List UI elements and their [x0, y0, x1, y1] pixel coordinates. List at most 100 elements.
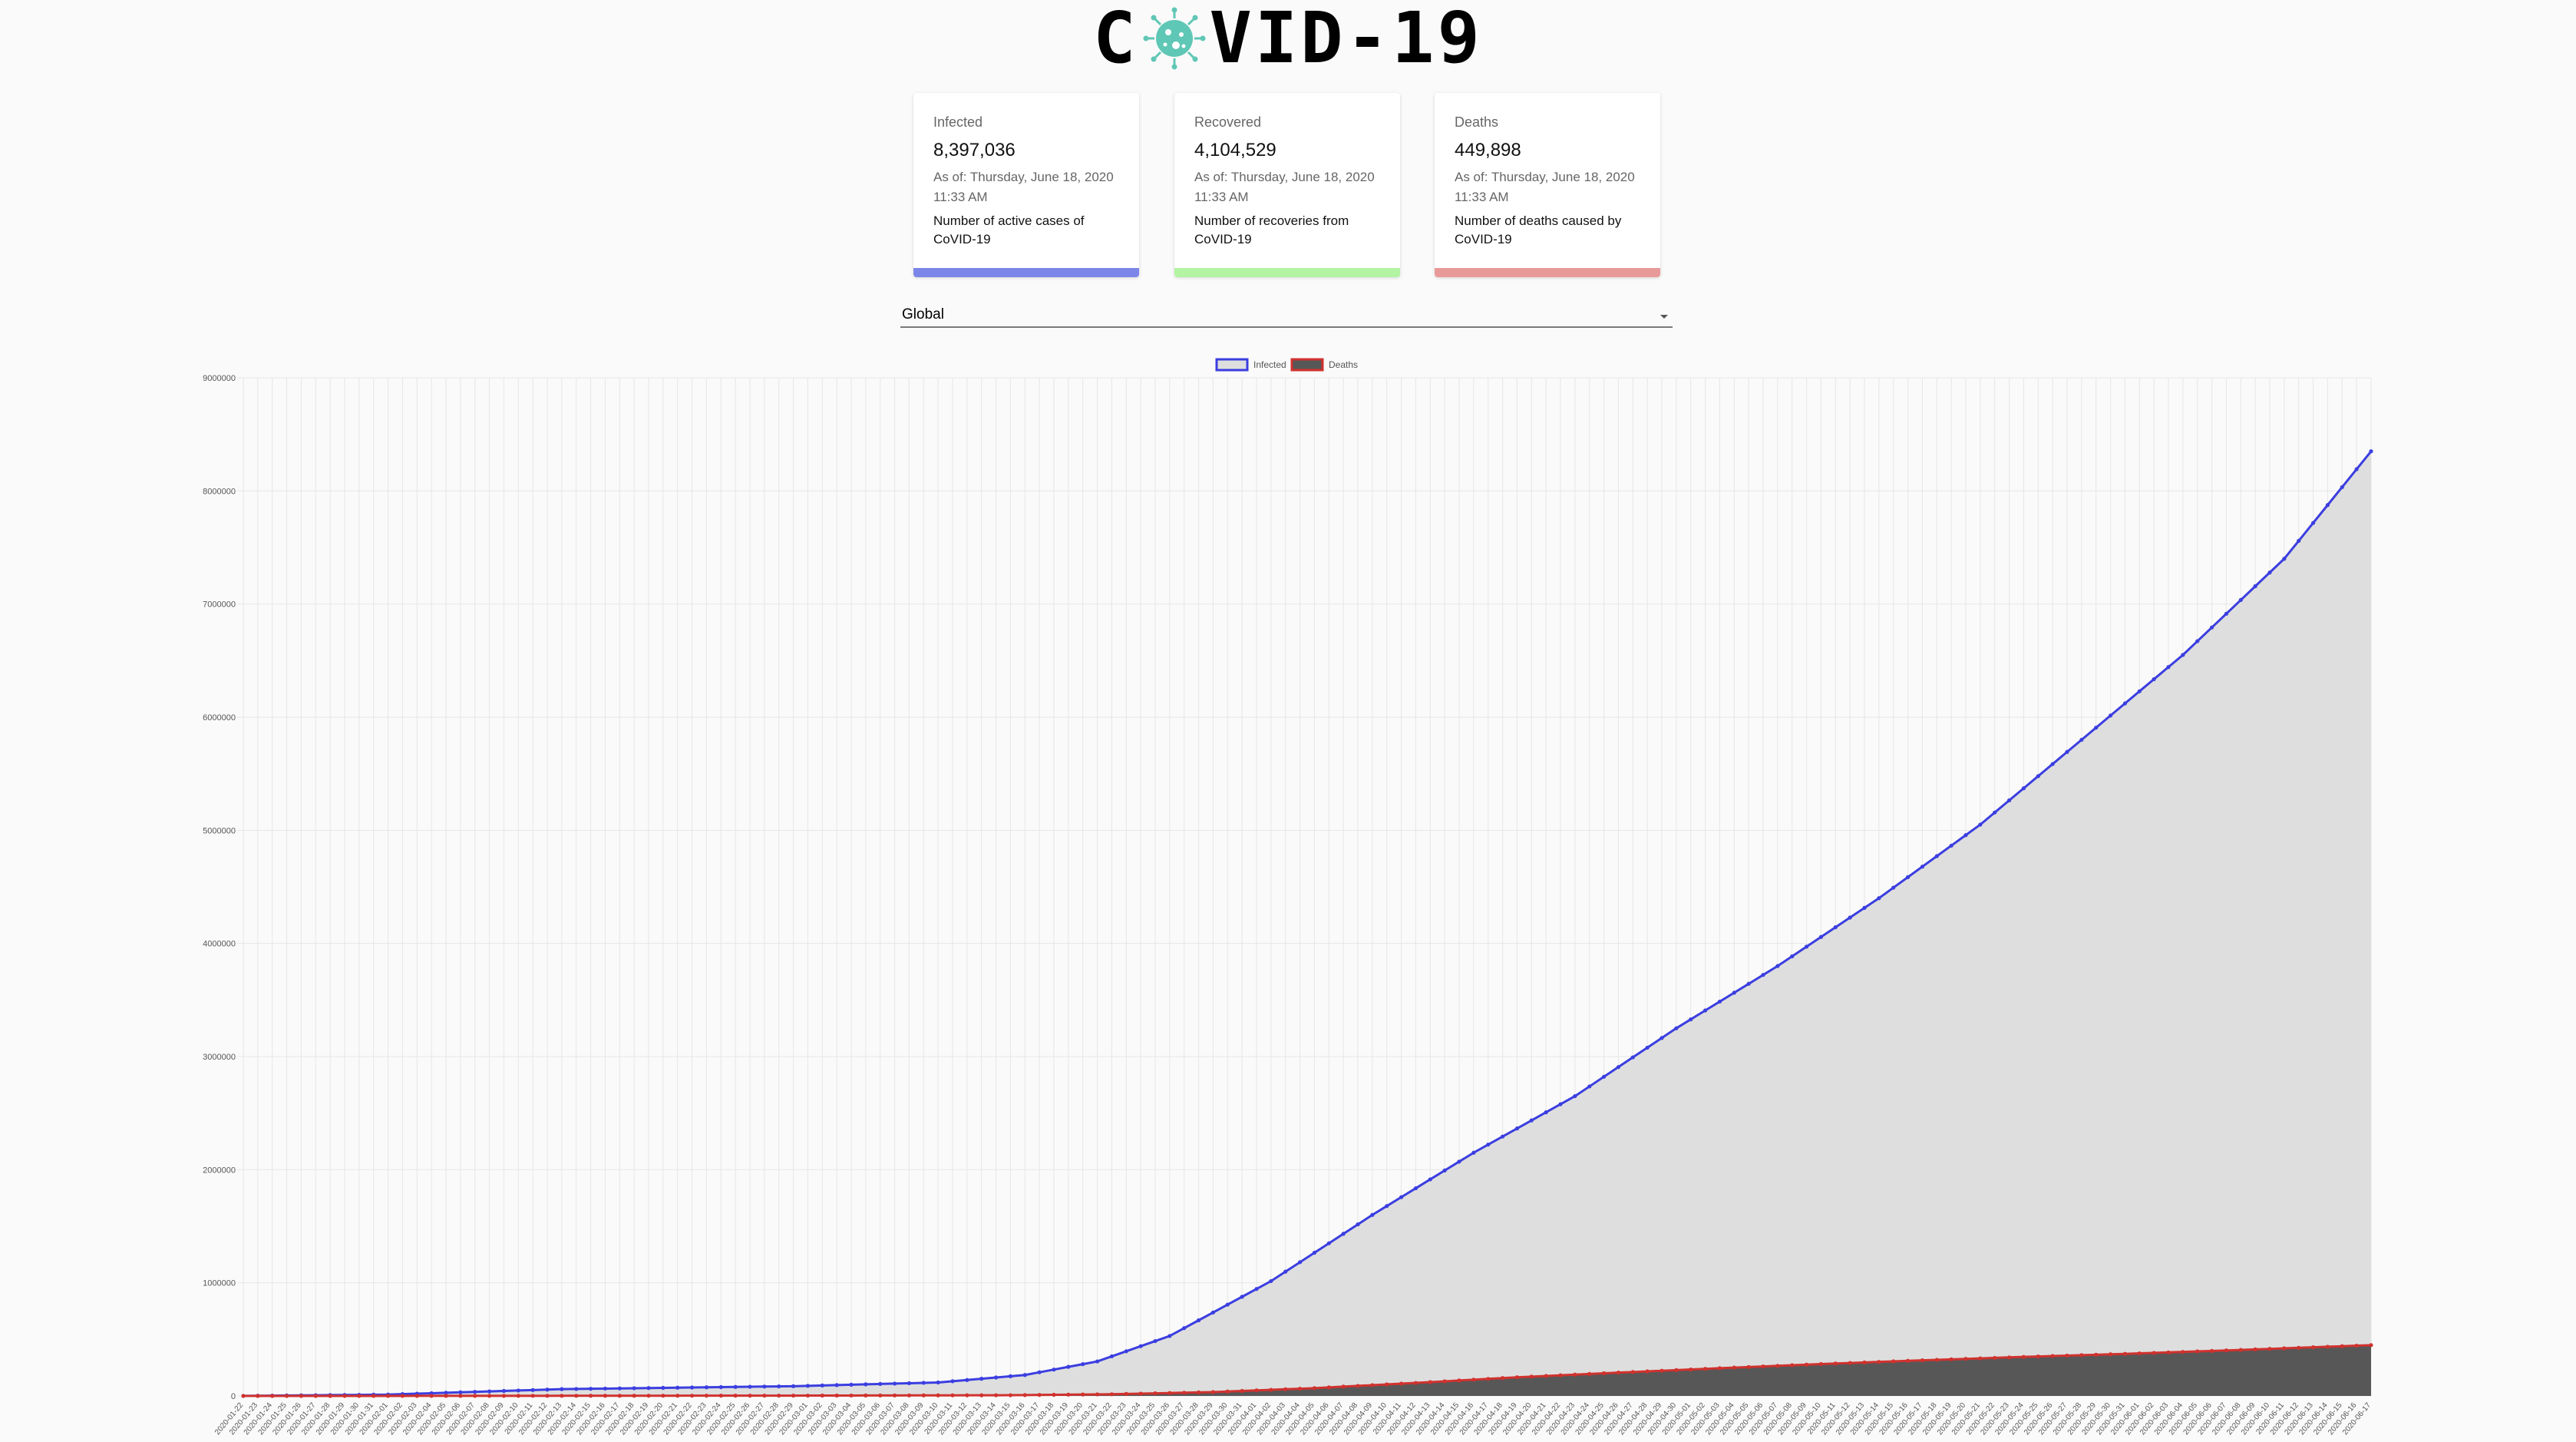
data-point — [646, 1394, 651, 1398]
data-point — [1702, 1367, 1708, 1371]
data-point — [878, 1381, 883, 1387]
data-point — [2354, 467, 2359, 471]
data-point — [1601, 1074, 1607, 1079]
data-point — [1312, 1386, 1317, 1391]
data-point — [907, 1393, 912, 1397]
data-point — [2137, 1351, 2142, 1356]
data-point — [2297, 538, 2301, 544]
data-point — [1674, 1026, 1679, 1030]
data-point — [2195, 639, 2200, 643]
data-point — [2325, 1344, 2330, 1349]
y-tick-label: 3000000 — [203, 1053, 236, 1062]
data-point — [1934, 1358, 1939, 1362]
data-point — [2036, 1354, 2040, 1359]
data-point — [1240, 1388, 1244, 1394]
data-point — [560, 1387, 564, 1391]
data-point — [791, 1384, 796, 1388]
data-point — [864, 1382, 868, 1387]
data-point — [1877, 1360, 1881, 1364]
data-point — [2369, 449, 2373, 454]
data-point — [241, 1394, 246, 1398]
card-date: As of: Thursday, June 18, 2020 11:33 AM — [1194, 170, 1375, 204]
data-point — [834, 1393, 839, 1398]
data-point — [530, 1387, 535, 1392]
data-point — [1486, 1143, 1491, 1147]
card-description: Number of deaths caused by CoVID-19 — [1455, 213, 1622, 246]
data-point — [1066, 1392, 1071, 1397]
data-point — [444, 1394, 448, 1398]
data-point — [1862, 905, 1867, 910]
data-point — [1225, 1389, 1230, 1394]
data-point — [979, 1377, 984, 1381]
data-point — [429, 1394, 434, 1398]
data-point — [1790, 1363, 1795, 1368]
data-point — [1486, 1377, 1491, 1381]
data-point — [2036, 774, 2040, 779]
data-point — [1804, 1362, 1809, 1367]
data-point — [1326, 1241, 1331, 1245]
data-point — [574, 1394, 579, 1398]
data-point — [487, 1394, 492, 1398]
data-point — [1283, 1269, 1288, 1274]
data-point — [284, 1394, 289, 1398]
data-point — [1413, 1381, 1418, 1385]
data-point — [718, 1384, 723, 1390]
data-point — [299, 1394, 304, 1398]
data-point — [661, 1385, 665, 1391]
card-value: 449,898 — [1455, 140, 1521, 160]
data-point — [2006, 1355, 2012, 1360]
data-point — [1095, 1359, 1100, 1364]
data-point — [1558, 1102, 1563, 1106]
data-point — [1934, 854, 1939, 858]
legend-swatch — [1215, 358, 1249, 372]
data-point — [661, 1394, 665, 1398]
region-select[interactable]: Global — [900, 303, 1673, 328]
data-point — [1717, 1366, 1722, 1371]
logo-text-c: C — [1093, 0, 1139, 79]
data-point — [530, 1394, 535, 1398]
data-point — [1993, 1355, 1997, 1361]
data-point — [1949, 1357, 1953, 1361]
data-point — [2065, 749, 2069, 754]
data-point — [458, 1390, 463, 1394]
data-point — [1761, 973, 1765, 977]
data-point — [1225, 1302, 1230, 1307]
data-point — [704, 1385, 709, 1390]
data-point — [2224, 1348, 2229, 1353]
data-point — [1081, 1392, 1085, 1397]
data-point — [921, 1393, 926, 1397]
data-point — [1269, 1278, 1273, 1284]
data-point — [2297, 1345, 2301, 1350]
data-point — [791, 1393, 796, 1398]
data-point — [1630, 1055, 1635, 1060]
data-point — [892, 1381, 897, 1386]
data-point — [1848, 1361, 1852, 1365]
y-tick-label: 5000000 — [203, 826, 236, 835]
data-point — [1066, 1364, 1071, 1369]
data-point — [892, 1393, 897, 1397]
data-point — [1109, 1392, 1115, 1397]
data-point — [1804, 944, 1809, 949]
data-point — [2325, 503, 2330, 508]
data-point — [1052, 1368, 1056, 1372]
data-point — [965, 1393, 969, 1397]
data-point — [2108, 713, 2113, 718]
data-point — [805, 1384, 811, 1388]
data-point — [1471, 1150, 1476, 1155]
data-point — [1167, 1334, 1172, 1338]
card-description: Number of recoveries from CoVID-19 — [1194, 213, 1349, 246]
data-point — [588, 1387, 593, 1391]
data-point — [342, 1394, 347, 1398]
y-tick-label: 1000000 — [203, 1279, 236, 1288]
data-point — [2310, 521, 2316, 525]
data-point — [2021, 1354, 2026, 1359]
data-point — [1341, 1232, 1346, 1236]
data-point — [2050, 1354, 2055, 1358]
card-title: Infected — [933, 114, 983, 130]
card-title: Deaths — [1455, 114, 1499, 130]
data-point — [501, 1394, 507, 1398]
data-point — [2108, 1352, 2113, 1357]
data-point — [1471, 1378, 1476, 1382]
data-point — [1457, 1159, 1461, 1164]
data-point — [270, 1394, 275, 1398]
